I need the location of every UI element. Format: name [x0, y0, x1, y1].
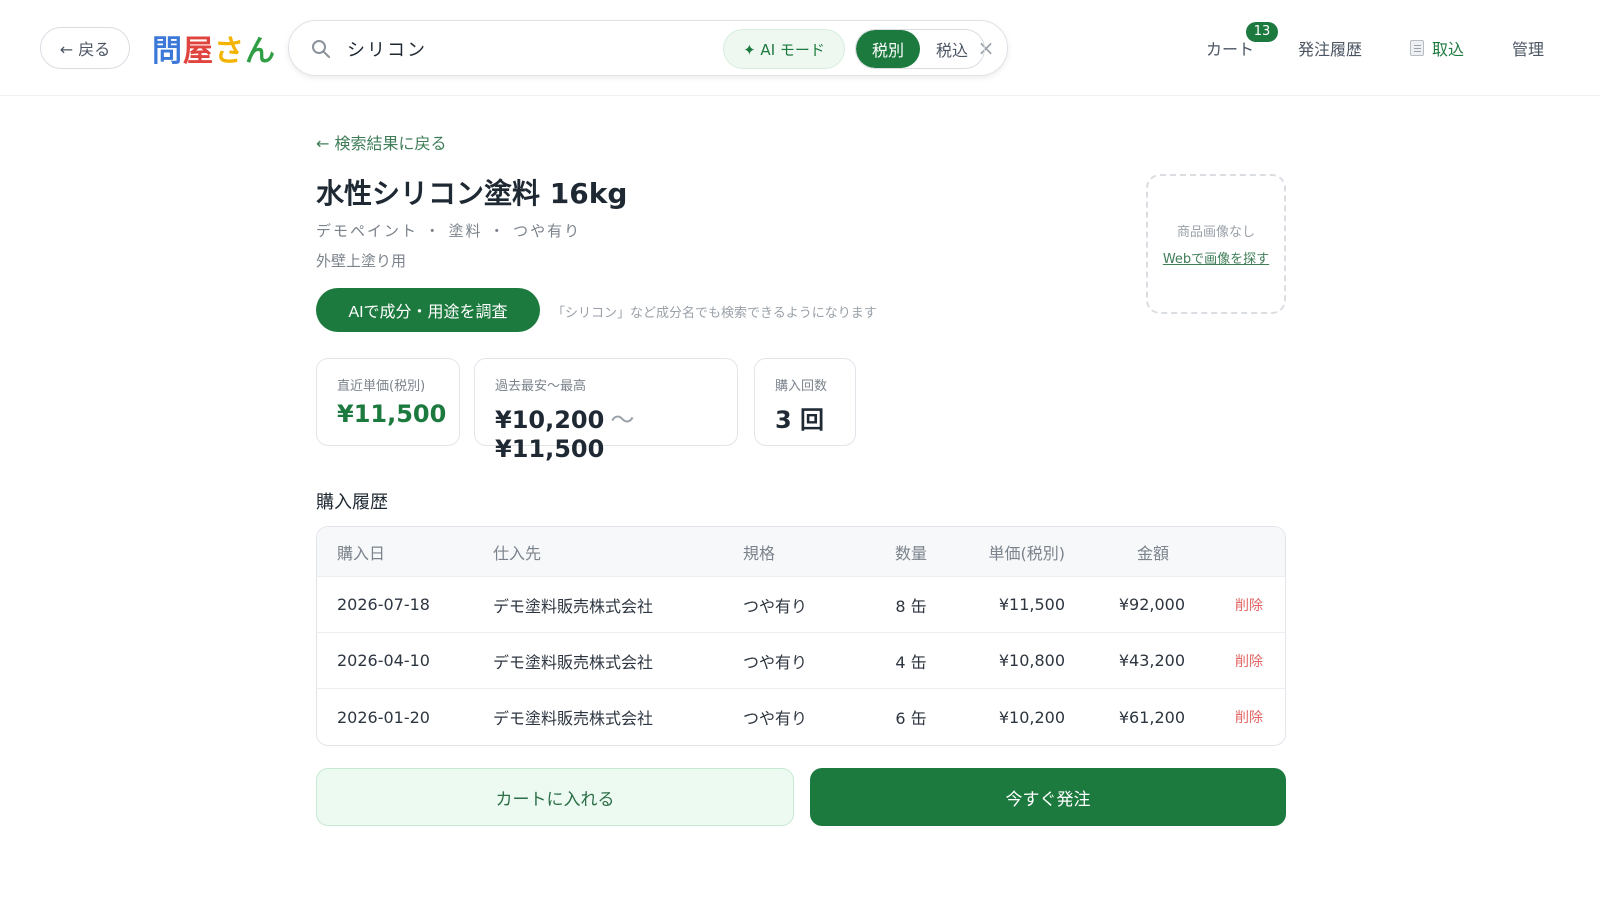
- purchase-count-card: 購入回数 3 回: [754, 358, 856, 446]
- col-date: 購入日: [337, 543, 386, 563]
- search-input[interactable]: [347, 33, 667, 65]
- delete-button[interactable]: 削除: [1203, 689, 1263, 745]
- nav-order-history[interactable]: 発注履歴: [1298, 36, 1362, 60]
- col-supplier: 仕入先: [493, 543, 542, 563]
- app-header: ← 戻る 問 屋 さ ん × ✦ AI モード 税別 税込 カート 13 発注履…: [0, 0, 1600, 96]
- cell-qty: 4 缶: [895, 652, 927, 672]
- nav-admin[interactable]: 管理: [1512, 36, 1544, 60]
- table-row: 2026-07-18 デモ塗料販売株式会社 つや有り 8 缶 ¥11,500 ¥…: [317, 577, 1285, 633]
- logo-char: さ: [214, 34, 245, 69]
- cell-spec: つや有り: [743, 709, 808, 728]
- ai-mode-button[interactable]: ✦ AI モード: [723, 29, 845, 69]
- app-logo[interactable]: 問 屋 さ ん: [152, 26, 276, 70]
- col-amount: 金額: [1136, 543, 1169, 563]
- back-button[interactable]: ← 戻る: [40, 27, 130, 69]
- cell-spec: つや有り: [743, 596, 808, 616]
- purchase-count-label: 購入回数: [775, 379, 828, 394]
- search-icon: [312, 40, 330, 58]
- logo-char: 屋: [183, 34, 214, 69]
- web-image-search-link[interactable]: Webで画像を探す: [1163, 248, 1269, 267]
- no-image-label: 商品画像なし: [1176, 225, 1255, 240]
- cell-price: ¥10,200: [998, 707, 1065, 727]
- logo-char: ん: [245, 34, 276, 69]
- cell-amount: ¥61,200: [1118, 707, 1185, 727]
- order-now-button[interactable]: 今すぐ発注: [810, 768, 1286, 826]
- document-icon: [1410, 40, 1424, 56]
- delete-button[interactable]: 削除: [1203, 577, 1263, 632]
- cell-supplier: デモ塗料販売株式会社: [493, 709, 654, 728]
- purchase-count-value: 3 回: [775, 406, 825, 434]
- cell-price: ¥11,500: [998, 595, 1065, 614]
- tax-option-included[interactable]: 税込: [920, 30, 984, 68]
- ai-research-button[interactable]: AIで成分・用途を調査: [316, 288, 540, 332]
- purchase-history-table: 購入日 仕入先 規格 数量 単価(税別) 金額 2026-07-18 デモ塗料販…: [316, 526, 1286, 746]
- cell-date: 2026-07-18: [337, 595, 430, 614]
- search-bar: × ✦ AI モード 税別 税込: [288, 20, 1008, 76]
- recent-price-label: 直近単価(税別): [337, 379, 426, 394]
- cell-supplier: デモ塗料販売株式会社: [493, 652, 654, 672]
- cell-date: 2026-01-20: [337, 707, 430, 727]
- table-header: 購入日 仕入先 規格 数量 単価(税別) 金額: [317, 527, 1285, 577]
- recent-price-value: ¥11,500: [337, 400, 447, 428]
- tax-toggle: 税別 税込: [855, 29, 985, 69]
- price-range-card: 過去最安〜最高 ¥10,200 〜¥11,500: [474, 358, 738, 463]
- nav-import[interactable]: 取込: [1410, 36, 1464, 60]
- product-image-placeholder: 商品画像なし Webで画像を探す: [1146, 174, 1286, 314]
- cell-qty: 6 缶: [895, 709, 927, 728]
- range-separator: 〜: [610, 406, 635, 434]
- cell-amount: ¥43,200: [1118, 651, 1185, 670]
- purchase-history-title: 購入履歴: [316, 492, 388, 513]
- back-to-results-link[interactable]: ← 検索結果に戻る: [316, 130, 447, 154]
- table-row: 2026-04-10 デモ塗料販売株式会社 つや有り 4 缶 ¥10,800 ¥…: [317, 633, 1285, 689]
- cell-price: ¥10,800: [998, 651, 1065, 670]
- col-qty: 数量: [894, 543, 927, 563]
- nav-cart[interactable]: カート: [1206, 36, 1254, 60]
- price-range-value: ¥10,200 〜¥11,500: [495, 400, 717, 463]
- recent-price-card: 直近単価(税別) ¥11,500: [316, 358, 460, 446]
- product-meta: デモペイント ・ 塗料 ・ つや有り: [316, 222, 582, 240]
- delete-button[interactable]: 削除: [1203, 633, 1263, 688]
- price-range-label: 過去最安〜最高: [495, 379, 587, 394]
- product-usage: 外壁上塗り用: [316, 252, 407, 270]
- ai-hint-text: 「シリコン」など成分名でも検索できるようになります: [552, 306, 877, 321]
- cart-count-badge: 13: [1246, 22, 1278, 42]
- price-max: ¥11,500: [495, 435, 605, 463]
- col-spec: 規格: [743, 543, 776, 563]
- cell-supplier: デモ塗料販売株式会社: [493, 596, 654, 616]
- cell-spec: つや有り: [743, 652, 808, 672]
- table-row: 2026-01-20 デモ塗料販売株式会社 つや有り 6 缶 ¥10,200 ¥…: [317, 689, 1285, 745]
- cell-amount: ¥92,000: [1118, 595, 1185, 614]
- add-to-cart-button[interactable]: カートに入れる: [316, 768, 794, 826]
- cell-date: 2026-04-10: [337, 651, 430, 670]
- nav-import-label: 取込: [1432, 40, 1465, 59]
- logo-char: 問: [152, 34, 183, 69]
- price-min: ¥10,200: [495, 406, 605, 434]
- product-title: 水性シリコン塗料 16kg: [316, 177, 628, 210]
- tax-option-excluded[interactable]: 税別: [856, 30, 920, 68]
- cell-qty: 8 缶: [895, 596, 927, 616]
- col-price: 単価(税別): [988, 543, 1066, 563]
